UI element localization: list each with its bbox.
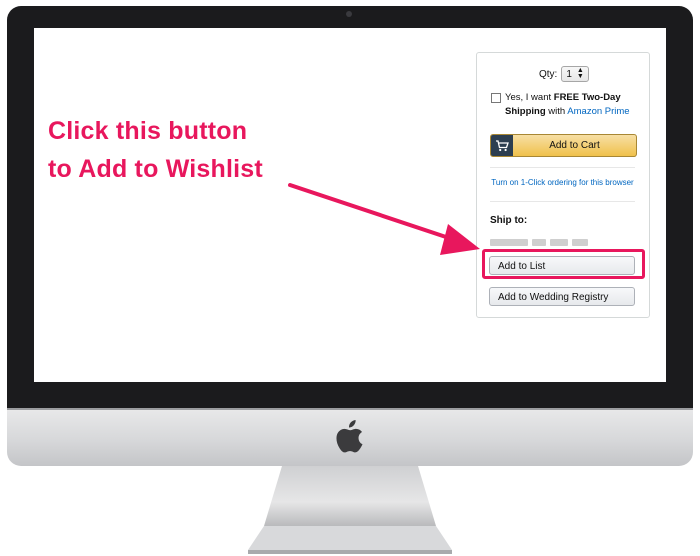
divider [490,201,635,202]
cart-icon [491,135,513,156]
quantity-select[interactable]: 1 ▲ ▼ [561,66,589,82]
quantity-label: Qty: [539,68,558,80]
add-to-cart-label: Add to Cart [549,140,600,151]
updown-arrows-icon: ▲ ▼ [576,67,584,80]
prime-offer-with: with [545,106,568,117]
annotation-line-1: Click this button [48,117,248,145]
apple-logo-icon [336,420,363,453]
blurred-address [490,233,600,246]
camera-icon [346,11,352,17]
monitor-stand [248,466,452,554]
prime-offer-text: Yes, I want FREE Two-Day Shipping with A… [505,91,641,119]
amazon-prime-link[interactable]: Amazon Prime [567,106,629,117]
prime-checkbox[interactable] [491,93,501,103]
ship-to-label: Ship to: [490,215,528,226]
add-to-cart-button[interactable]: Add to Cart [490,134,637,157]
prime-shipping-option: Yes, I want FREE Two-Day Shipping with A… [491,91,641,119]
add-to-wedding-registry-button[interactable]: Add to Wedding Registry [489,287,635,306]
add-to-list-highlight [482,249,645,279]
annotation-callout: Click this button to Add to Wishlist [48,112,263,188]
divider [490,167,635,168]
quantity-value: 1 [566,68,572,80]
prime-offer-prefix: Yes, I want [505,92,554,103]
chin-divider [7,408,693,410]
one-click-link[interactable]: Turn on 1-Click ordering for this browse… [490,178,635,187]
quantity-row: Qty: 1 ▲ ▼ [539,66,589,82]
annotation-line-2: to Add to Wishlist [48,155,263,183]
